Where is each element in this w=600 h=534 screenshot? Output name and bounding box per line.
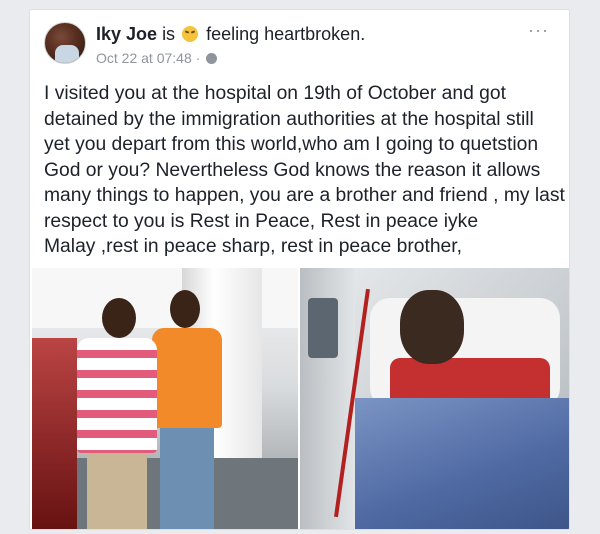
post-text-line: yet you depart from this world,who am I … bbox=[44, 134, 539, 155]
avatar[interactable] bbox=[44, 22, 86, 64]
post-text-line: God or you? Nevertheless God knows the r… bbox=[44, 159, 541, 181]
post-text-line: Malay ,rest in peace sharp, rest in peac… bbox=[44, 236, 462, 257]
post-card: Iky Joe is feeling heartbroken. Oct 22 a… bbox=[29, 9, 570, 530]
post-text-line: I visited you at the hospital on 19th of… bbox=[44, 83, 506, 104]
post-meta: Oct 22 at 07:48 · bbox=[96, 50, 218, 66]
status-prefix: is bbox=[162, 24, 176, 44]
photo-two-men-airport[interactable] bbox=[32, 268, 298, 529]
post-text-line: respect to you is Rest in Peace, Rest in… bbox=[44, 210, 479, 232]
feeling-text: feeling heartbroken. bbox=[206, 24, 366, 44]
more-options-button[interactable]: ··· bbox=[528, 20, 549, 41]
globe-icon bbox=[206, 53, 218, 64]
post-body: I visited you at the hospital on 19th of… bbox=[44, 81, 565, 260]
post-header: Iky Joe is feeling heartbroken. bbox=[96, 24, 365, 45]
post-text-line: detained by the immigration authorities … bbox=[44, 108, 534, 130]
author-name[interactable]: Iky Joe bbox=[96, 24, 157, 44]
timestamp[interactable]: Oct 22 at 07:48 · bbox=[96, 50, 200, 66]
sad-face-emoji-icon bbox=[182, 26, 199, 42]
photo-man-hospital-bed[interactable] bbox=[300, 268, 569, 529]
post-text-line: many things to happen, you are a brother… bbox=[44, 185, 565, 206]
